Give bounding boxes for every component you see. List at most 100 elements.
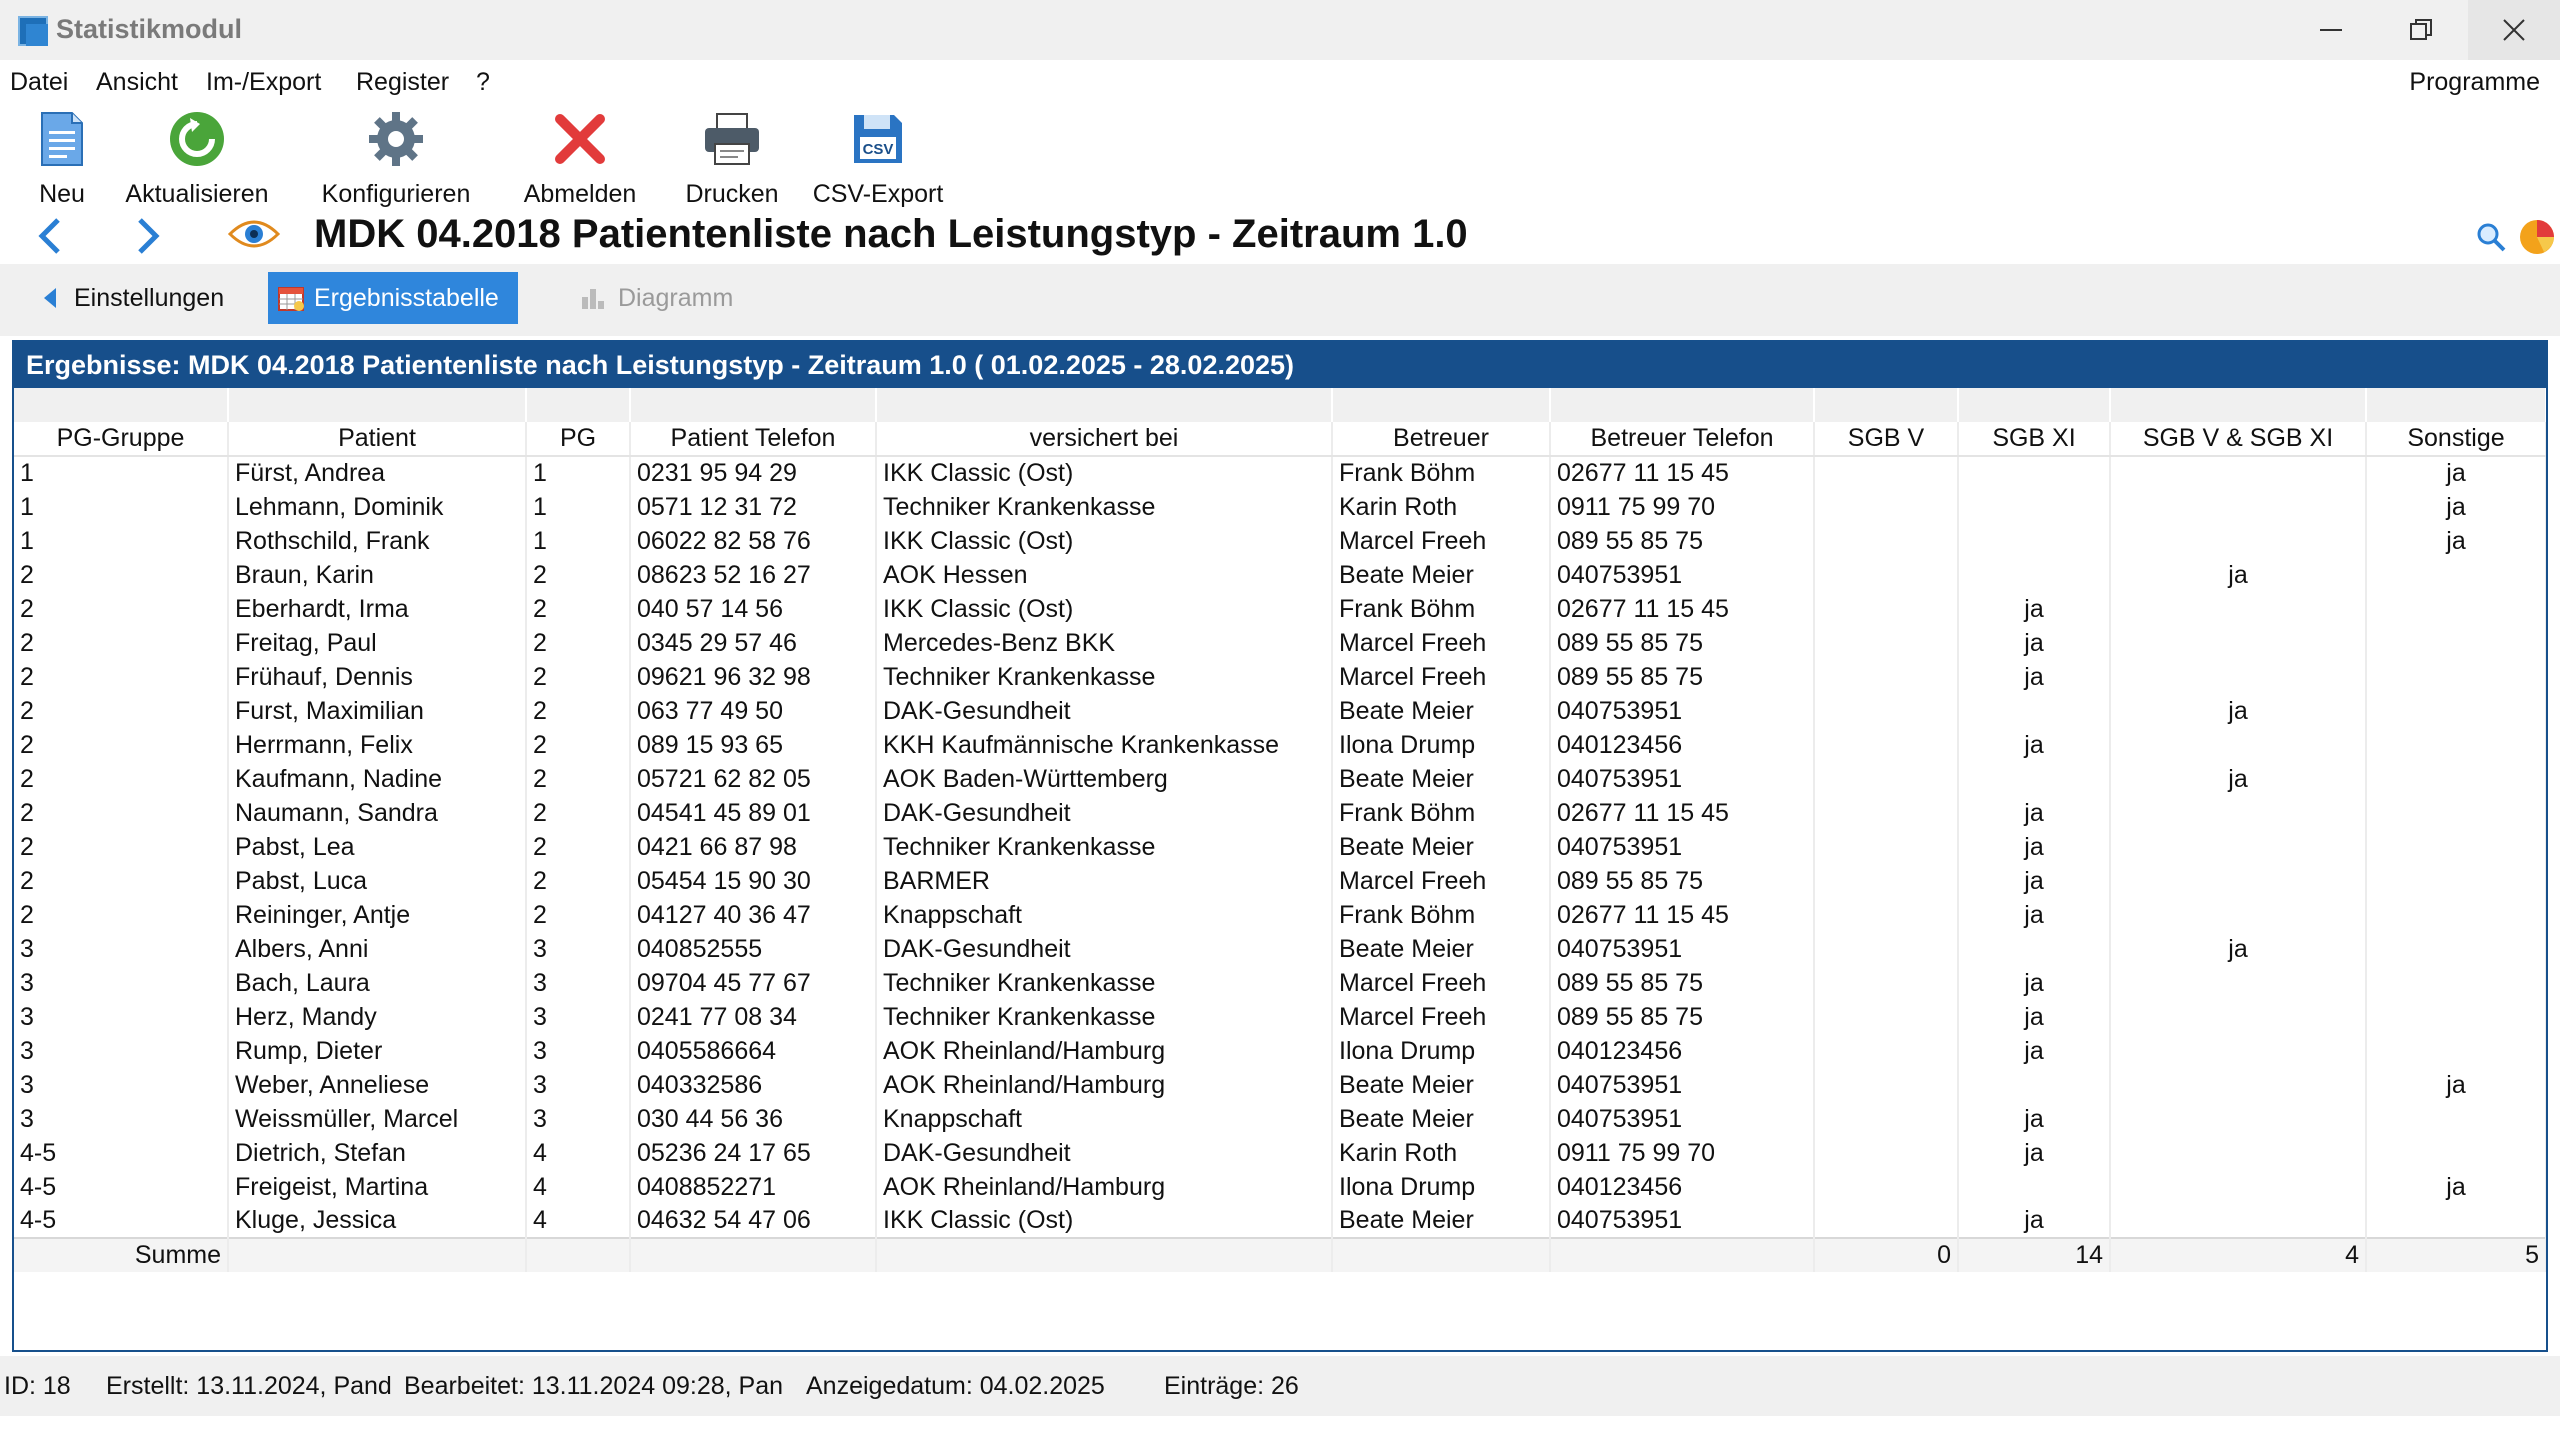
cell-sgb-v-xi [2110, 1136, 2367, 1170]
table-row[interactable]: 2 Kaufmann, Nadine 2 05721 62 82 05 AOK Bade… [14, 762, 2546, 796]
column-header-patient[interactable]: Patient [228, 422, 527, 457]
cell-patient-telefon: 04632 54 47 06 [630, 1204, 877, 1238]
refresh-button[interactable]: Aktualisieren [122, 104, 272, 210]
column-header-betreuer-telefon[interactable]: Betreuer Telefon [1550, 422, 1815, 457]
cell-pg: 2 [526, 728, 631, 762]
table-row[interactable]: 3 Weber, Anneliese 3 040332586 AOK Rheinland… [14, 1068, 2546, 1102]
cell-patient: Reininger, Antje [228, 898, 527, 932]
cell-betreuer-telefon: 040123456 [1550, 1034, 1815, 1068]
cell-betreuer: Beate Meier [1332, 762, 1551, 796]
eye-icon[interactable] [227, 218, 281, 250]
cell-sgb-xi: ja [1958, 830, 2111, 864]
print-button[interactable]: Drucken [682, 104, 782, 210]
cell-sgb-xi: ja [1958, 1034, 2111, 1068]
cell-sonstige [2366, 558, 2546, 592]
configure-button[interactable]: Konfigurieren [316, 104, 476, 210]
summary-label: Summe [14, 1237, 229, 1272]
close-window-button[interactable] [2468, 0, 2560, 60]
table-row[interactable]: 2 Pabst, Lea 2 0421 66 87 98 Techniker Krank… [14, 830, 2546, 864]
table-row[interactable]: 2 Furst, Maximilian 2 063 77 49 50 DAK-Gesun… [14, 694, 2546, 728]
cell-sonstige [2366, 660, 2546, 694]
table-row[interactable]: 2 Reininger, Antje 2 04127 40 36 47 Knappsch… [14, 898, 2546, 932]
table-row[interactable]: 3 Bach, Laura 3 09704 45 77 67 Techniker Kra… [14, 966, 2546, 1000]
cell-betreuer-telefon: 089 55 85 75 [1550, 524, 1815, 558]
column-header-patient-telefon[interactable]: Patient Telefon [630, 422, 877, 457]
cell-sgb-xi: ja [1958, 864, 2111, 898]
table-row[interactable]: 1 Lehmann, Dominik 1 0571 12 31 72 Techniker… [14, 490, 2546, 524]
cell-betreuer: Marcel Freeh [1332, 1000, 1551, 1034]
cell-patient: Pabst, Lea [228, 830, 527, 864]
table-row[interactable]: 1 Rothschild, Frank 1 06022 82 58 76 IKK Cla… [14, 524, 2546, 558]
printer-icon [703, 110, 761, 168]
cell-sonstige: ja [2366, 524, 2546, 558]
column-header-versichert-bei[interactable]: versichert bei [876, 422, 1333, 457]
logout-button[interactable]: Abmelden [520, 104, 640, 210]
table-row[interactable]: 3 Albers, Anni 3 040852555 DAK-Gesundheit Bea… [14, 932, 2546, 966]
cell-betreuer-telefon: 040753951 [1550, 932, 1815, 966]
tab-einstellungen-label: Einstellungen [74, 283, 225, 312]
pie-chart-icon[interactable] [2518, 218, 2556, 256]
cell-pg: 3 [526, 966, 631, 1000]
cell-sgb-v-xi: ja [2110, 762, 2367, 796]
cell-sonstige [2366, 796, 2546, 830]
table-row[interactable]: 2 Freitag, Paul 2 0345 29 57 46 Mercedes-Ben… [14, 626, 2546, 660]
column-header-sonstige[interactable]: Sonstige [2366, 422, 2546, 457]
table-row[interactable]: 2 Eberhardt, Irma 2 040 57 14 56 IKK Classic… [14, 592, 2546, 626]
cell-patient: Pabst, Luca [228, 864, 527, 898]
column-header-sgb-v-xi[interactable]: SGB V & SGB XI [2110, 422, 2367, 457]
cell-betreuer: Frank Böhm [1332, 796, 1551, 830]
cell-versichert-bei: DAK-Gesundheit [876, 1136, 1333, 1170]
column-header-pg[interactable]: PG [526, 422, 631, 457]
cell-betreuer: Beate Meier [1332, 694, 1551, 728]
column-header-sgb-xi[interactable]: SGB XI [1958, 422, 2111, 457]
table-row[interactable]: 4-5 Dietrich, Stefan 4 05236 24 17 65 DAK-Ge… [14, 1136, 2546, 1170]
column-header-betreuer[interactable]: Betreuer [1332, 422, 1551, 457]
csv-export-button[interactable]: CSV CSV-Export [810, 104, 946, 210]
table-row[interactable]: 3 Herz, Mandy 3 0241 77 08 34 Techniker Kran… [14, 1000, 2546, 1034]
restore-icon [2410, 19, 2432, 40]
programme-menu[interactable]: Programme [2409, 68, 2540, 97]
forward-arrow-icon[interactable] [134, 214, 164, 269]
cell-betreuer: Frank Böhm [1332, 592, 1551, 626]
tab-diagramm[interactable]: Diagramm [570, 272, 743, 324]
table-row[interactable]: 4-5 Freigeist, Martina 4 0408852271 AOK Rhei… [14, 1170, 2546, 1204]
table-row[interactable]: 4-5 Kluge, Jessica 4 04632 54 47 06 IKK Clas… [14, 1204, 2546, 1238]
table-row[interactable]: 2 Herrmann, Felix 2 089 15 93 65 KKH Kaufmän… [14, 728, 2546, 762]
restore-button[interactable] [2376, 0, 2466, 60]
new-label: Neu [39, 180, 85, 208]
cell-patient-telefon: 040332586 [630, 1068, 877, 1102]
back-arrow-icon[interactable] [34, 214, 64, 269]
search-icon[interactable] [2476, 222, 2506, 252]
table-row[interactable]: 2 Pabst, Luca 2 05454 15 90 30 BARMER Marcel … [14, 864, 2546, 898]
table-row[interactable]: 2 Naumann, Sandra 2 04541 45 89 01 DAK-Gesun… [14, 796, 2546, 830]
column-header-pg-gruppe[interactable]: PG-Gruppe [14, 422, 229, 457]
cell-sgb-v [1814, 626, 1959, 660]
table-row[interactable]: 3 Weissmüller, Marcel 3 030 44 56 36 Knappsc… [14, 1102, 2546, 1136]
cell-patient-telefon: 05454 15 90 30 [630, 864, 877, 898]
tab-ergebnistabelle[interactable]: Ergebnisstabelle [268, 272, 518, 324]
cell-sgb-v [1814, 524, 1959, 558]
menu-ansicht[interactable]: Ansicht [96, 68, 178, 97]
menu-register[interactable]: Register [356, 68, 449, 97]
cell-patient: Bach, Laura [228, 966, 527, 1000]
cell-sgb-v-xi [2110, 898, 2367, 932]
tab-einstellungen[interactable]: Einstellungen [30, 272, 234, 324]
new-button[interactable]: Neu [22, 104, 102, 210]
cell-versichert-bei: IKK Classic (Ost) [876, 1204, 1333, 1238]
column-header-sgb-v[interactable]: SGB V [1814, 422, 1959, 457]
table-row[interactable]: 2 Braun, Karin 2 08623 52 16 27 AOK Hessen Be… [14, 558, 2546, 592]
menu-im-export[interactable]: Im-/Export [206, 68, 321, 97]
table-row[interactable]: 3 Rump, Dieter 3 0405586664 AOK Rheinland/Ha… [14, 1034, 2546, 1068]
cell-pg-gruppe: 2 [14, 830, 229, 864]
cell-pg-gruppe: 4-5 [14, 1136, 229, 1170]
table-row[interactable]: 1 Fürst, Andrea 1 0231 95 94 29 IKK Classic … [14, 456, 2546, 490]
title-bar: Statistikmodul [0, 0, 2560, 60]
minimize-button[interactable] [2286, 0, 2376, 60]
menu-help[interactable]: ? [476, 68, 490, 97]
cell-pg: 2 [526, 864, 631, 898]
menu-datei[interactable]: Datei [10, 68, 68, 97]
table-row[interactable]: 2 Frühauf, Dennis 2 09621 96 32 98 Techniker… [14, 660, 2546, 694]
cell-patient: Furst, Maximilian [228, 694, 527, 728]
app-icon [18, 16, 48, 46]
cell-betreuer: Ilona Drump [1332, 1034, 1551, 1068]
